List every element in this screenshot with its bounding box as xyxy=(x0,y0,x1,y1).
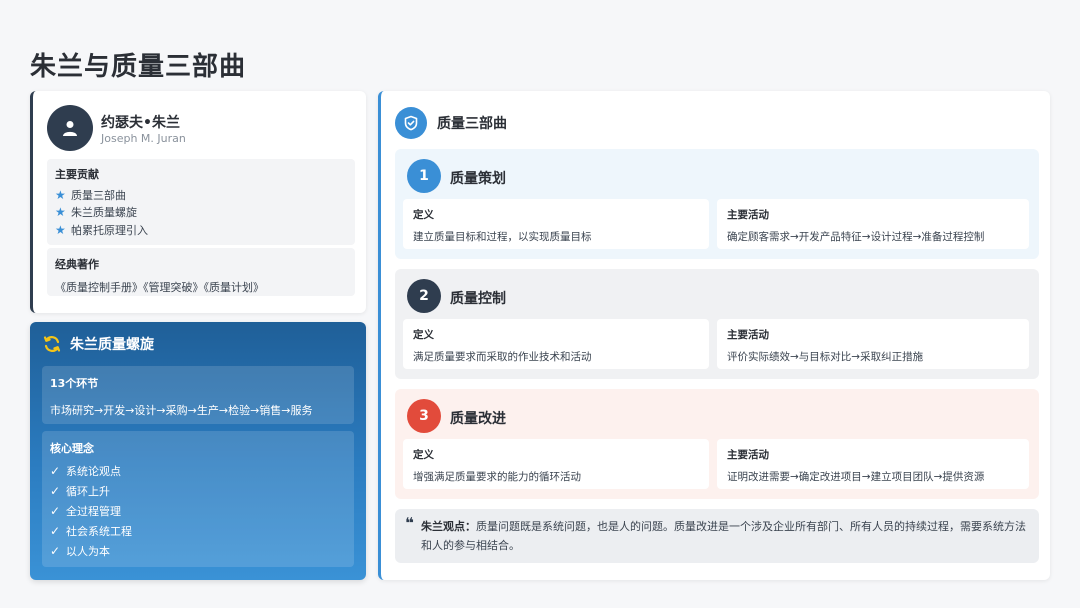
activities-text: 评价实际绩效→与目标对比→采取纠正措施 xyxy=(727,351,924,363)
concept-text: 全过程管理 xyxy=(66,505,121,518)
profile-card: 约瑟夫•朱兰 Joseph M. Juran 主要贡献 ★ 质量三部曲 ★ 朱兰质量… xyxy=(30,91,366,313)
definition-box: 定义 建立质量目标和过程，以实现质量目标 xyxy=(403,199,709,249)
contribution-text: 帕累托原理引入 xyxy=(71,223,148,237)
page-title: 朱兰与质量三部曲 xyxy=(30,52,247,82)
concepts-list: ✓ 系统论观点 ✓ 循环上升 ✓ 全过程管理 ✓ 社会系统工程 ✓ 以人为本 xyxy=(50,461,346,561)
activities-text: 确定顾客需求→开发产品特征→设计过程→准备过程控制 xyxy=(727,231,985,243)
section-quality-planning: 1 质量策划 定义 建立质量目标和过程，以实现质量目标 主要活动 确定顾客需求→… xyxy=(395,149,1039,259)
list-item: ✓ 社会系统工程 xyxy=(50,521,346,541)
activities-text: 证明改进需要→确定改进项目→建立项目团队→提供资源 xyxy=(727,471,985,483)
concept-text: 社会系统工程 xyxy=(66,525,132,538)
definition-box: 定义 满足质量要求而采取的作业技术和活动 xyxy=(403,319,709,369)
star-icon: ★ xyxy=(55,187,66,202)
quality-trilogy-card: 质量三部曲 1 质量策划 定义 建立质量目标和过程，以实现质量目标 主要活动 确… xyxy=(378,91,1050,580)
list-item: ★ 帕累托原理引入 xyxy=(55,221,347,239)
list-item: ✓ 系统论观点 xyxy=(50,461,346,481)
steps-text: 市场研究→开发→设计→采购→生产→检验→销售→服务 xyxy=(50,404,313,417)
trilogy-title: 质量三部曲 xyxy=(437,116,507,132)
works-title: 经典著作 xyxy=(55,258,99,271)
person-name-en: Joseph M. Juran xyxy=(101,132,186,145)
definition-text: 增强满足质量要求的能力的循环活动 xyxy=(413,471,581,483)
quality-spiral-card: 朱兰质量螺旋 13个环节 市场研究→开发→设计→采购→生产→检验→销售→服务 核… xyxy=(30,322,366,580)
quote-lead: 朱兰观点： xyxy=(421,520,476,533)
quote-body: 质量问题既是系统问题，也是人的问题。质量改进是一个涉及企业所有部门、所有人员的持… xyxy=(421,520,1026,552)
list-item: ★ 朱兰质量螺旋 xyxy=(55,204,347,222)
concept-text: 循环上升 xyxy=(66,485,110,498)
definition-text: 建立质量目标和过程，以实现质量目标 xyxy=(413,231,592,243)
quote-text: 朱兰观点：质量问题既是系统问题，也是人的问题。质量改进是一个涉及企业所有部门、所… xyxy=(421,517,1027,555)
section-title: 质量策划 xyxy=(450,171,506,187)
definition-label: 定义 xyxy=(413,209,434,221)
list-item: ✓ 以人为本 xyxy=(50,541,346,561)
list-item: ★ 质量三部曲 xyxy=(55,186,347,204)
works-text: 《质量控制手册》《管理突破》《质量计划》 xyxy=(55,281,264,294)
contributions-list: ★ 质量三部曲 ★ 朱兰质量螺旋 ★ 帕累托原理引入 xyxy=(55,186,347,239)
spiral-title: 朱兰质量螺旋 xyxy=(70,337,154,353)
contributions-title: 主要贡献 xyxy=(55,168,99,181)
activities-label: 主要活动 xyxy=(727,449,769,461)
check-icon: ✓ xyxy=(50,524,61,538)
step-number-badge: 3 xyxy=(407,399,441,433)
contributions-box: 主要贡献 ★ 质量三部曲 ★ 朱兰质量螺旋 ★ 帕累托原理引入 xyxy=(47,159,355,245)
avatar xyxy=(47,105,93,151)
check-icon: ✓ xyxy=(50,484,61,498)
activities-box: 主要活动 评价实际绩效→与目标对比→采取纠正措施 xyxy=(717,319,1029,369)
check-icon: ✓ xyxy=(50,544,61,558)
list-item: ✓ 全过程管理 xyxy=(50,501,346,521)
step-number-badge: 2 xyxy=(407,279,441,313)
steps-title: 13个环节 xyxy=(50,377,99,390)
step-number-badge: 1 xyxy=(407,159,441,193)
contribution-text: 朱兰质量螺旋 xyxy=(71,206,137,220)
definition-label: 定义 xyxy=(413,449,434,461)
section-title: 质量改进 xyxy=(450,411,506,427)
person-name: 约瑟夫•朱兰 xyxy=(101,115,180,131)
activities-box: 主要活动 证明改进需要→确定改进项目→建立项目团队→提供资源 xyxy=(717,439,1029,489)
star-icon: ★ xyxy=(55,205,66,220)
activities-box: 主要活动 确定顾客需求→开发产品特征→设计过程→准备过程控制 xyxy=(717,199,1029,249)
section-quality-control: 2 质量控制 定义 满足质量要求而采取的作业技术和活动 主要活动 评价实际绩效→… xyxy=(395,269,1039,379)
definition-box: 定义 增强满足质量要求的能力的循环活动 xyxy=(403,439,709,489)
star-icon: ★ xyxy=(55,222,66,237)
concepts-title: 核心理念 xyxy=(50,442,94,455)
list-item: ✓ 循环上升 xyxy=(50,481,346,501)
quote-icon: ❝ xyxy=(405,514,414,532)
works-box: 经典著作 《质量控制手册》《管理突破》《质量计划》 xyxy=(47,248,355,296)
steps-box: 13个环节 市场研究→开发→设计→采购→生产→检验→销售→服务 xyxy=(42,366,354,424)
concepts-box: 核心理念 ✓ 系统论观点 ✓ 循环上升 ✓ 全过程管理 ✓ 社会系统工程 ✓ 以人为本 xyxy=(42,431,354,567)
section-title: 质量控制 xyxy=(450,291,506,307)
shield-icon xyxy=(395,107,427,139)
check-icon: ✓ xyxy=(50,504,61,518)
concept-text: 系统论观点 xyxy=(66,465,121,478)
user-icon xyxy=(63,121,77,136)
activities-label: 主要活动 xyxy=(727,329,769,341)
trilogy-header: 质量三部曲 xyxy=(395,107,507,139)
section-quality-improvement: 3 质量改进 定义 增强满足质量要求的能力的循环活动 主要活动 证明改进需要→确… xyxy=(395,389,1039,499)
concept-text: 以人为本 xyxy=(66,545,110,558)
activities-label: 主要活动 xyxy=(727,209,769,221)
definition-label: 定义 xyxy=(413,329,434,341)
refresh-icon xyxy=(43,336,61,352)
check-icon: ✓ xyxy=(50,464,61,478)
contribution-text: 质量三部曲 xyxy=(71,188,126,202)
spiral-header: 朱兰质量螺旋 xyxy=(42,334,154,354)
juran-quote: ❝ 朱兰观点：质量问题既是系统问题，也是人的问题。质量改进是一个涉及企业所有部门… xyxy=(395,509,1039,563)
definition-text: 满足质量要求而采取的作业技术和活动 xyxy=(413,351,592,363)
